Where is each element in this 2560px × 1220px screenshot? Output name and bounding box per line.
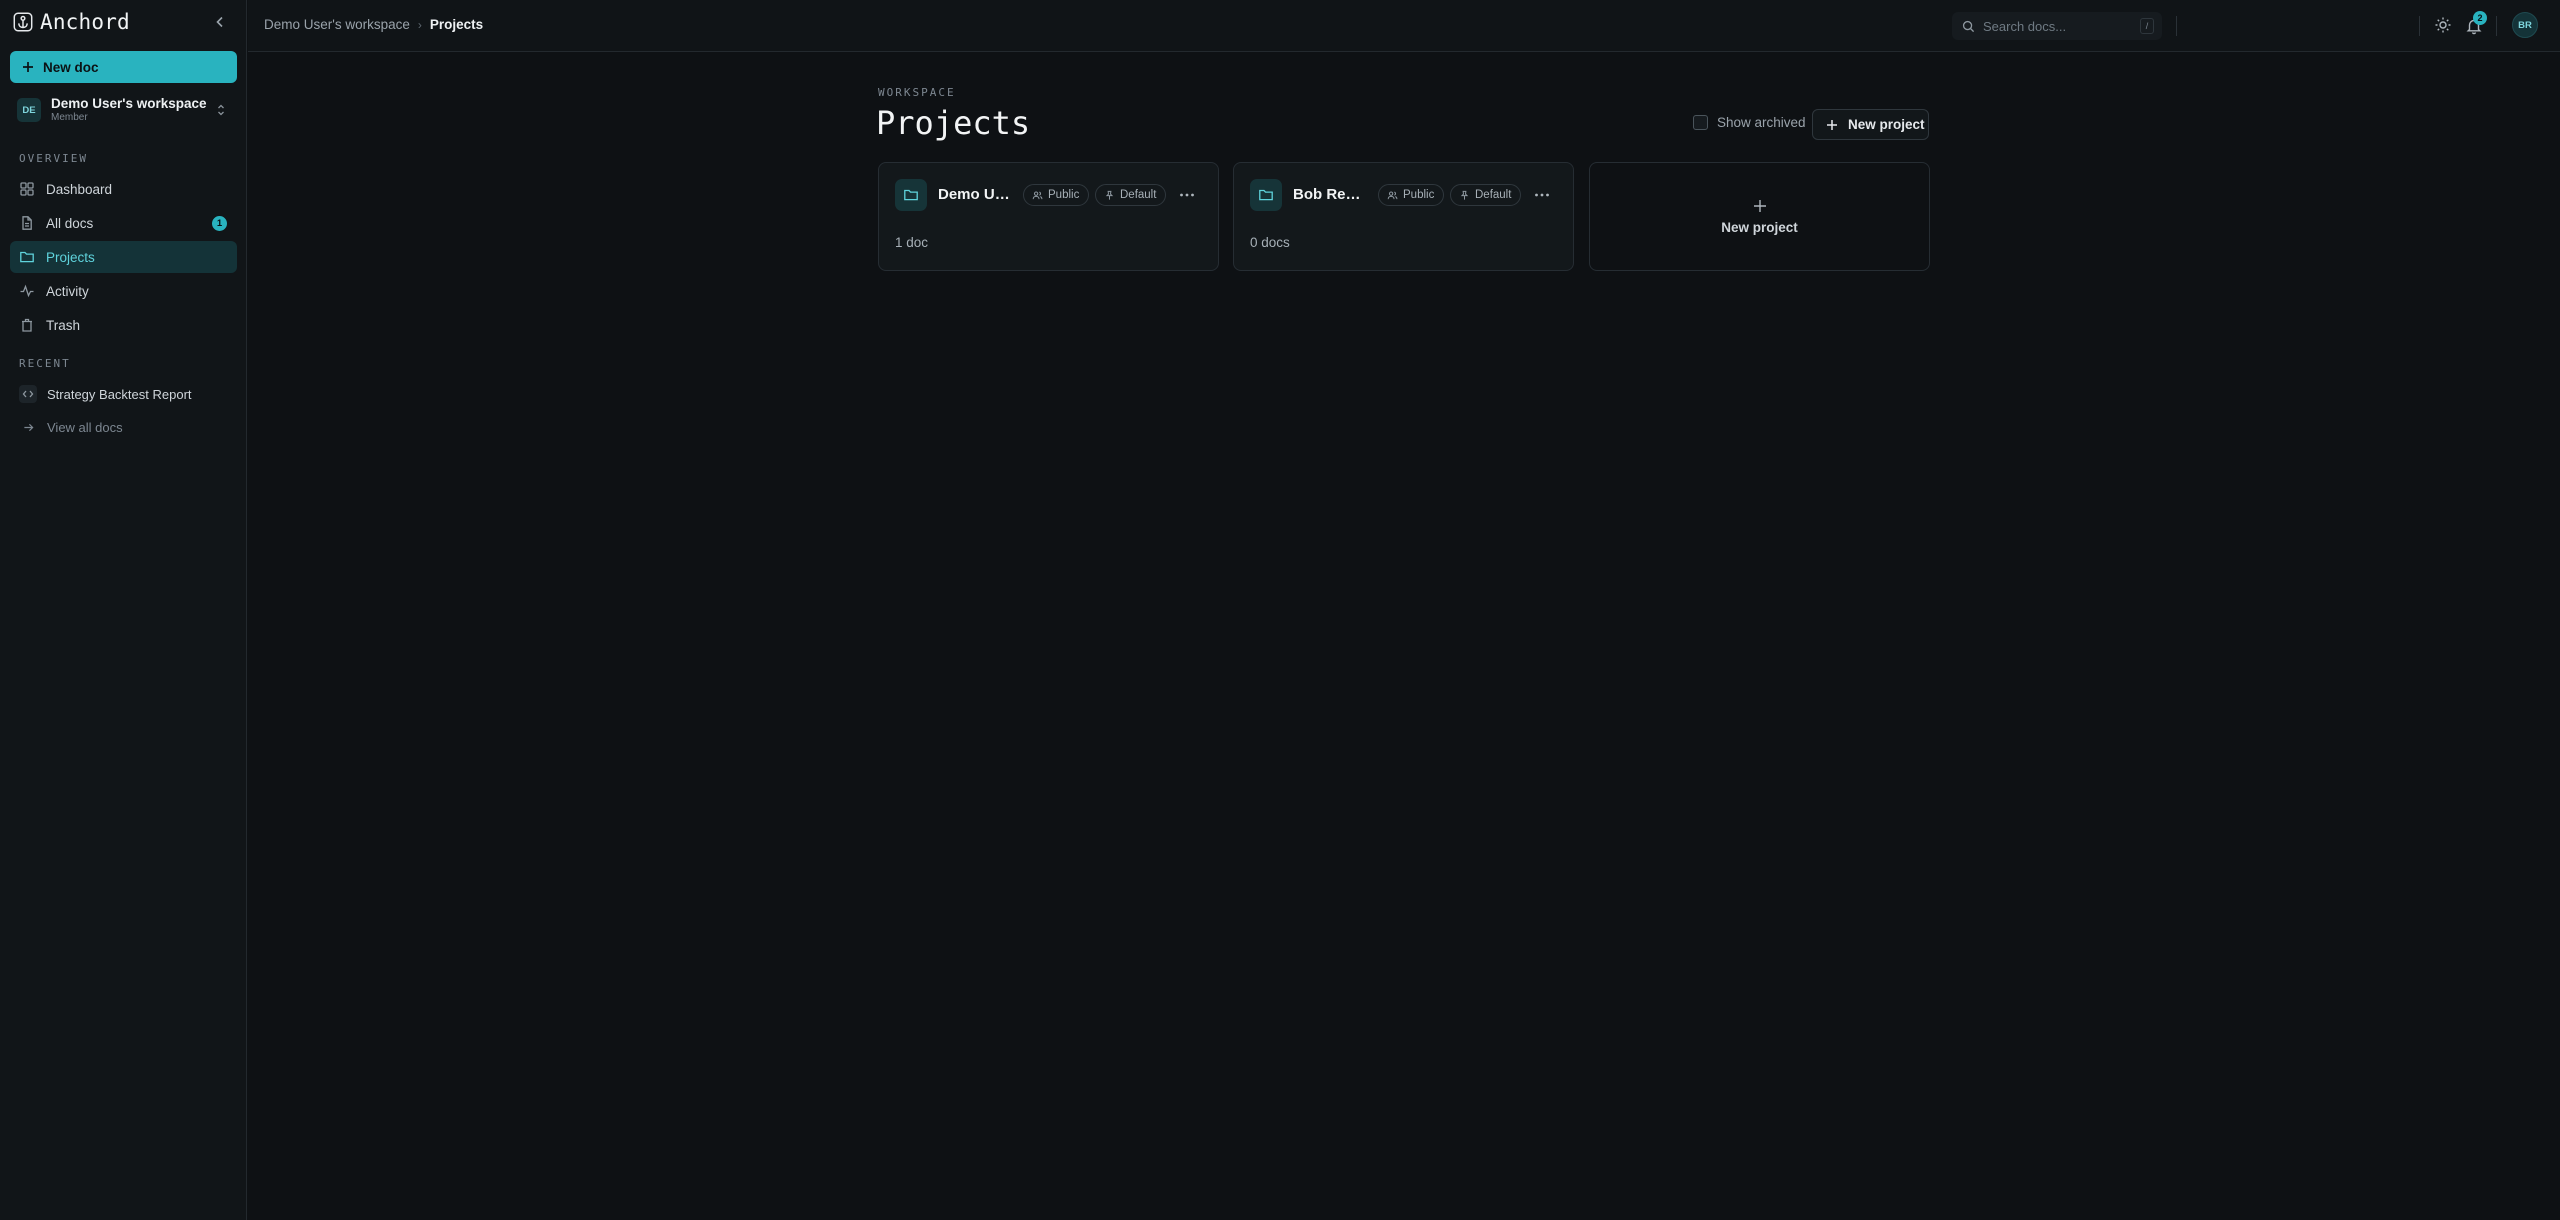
sidebar-item-dashboard[interactable]: Dashboard [10,173,237,205]
folder-icon [20,251,34,263]
default-label: Default [1475,189,1512,201]
overview-section-label: OVERVIEW [19,152,88,165]
doc-count: 0 docs [1250,235,1290,250]
new-project-label: New project [1848,117,1925,132]
breadcrumb-current: Projects [429,17,484,32]
visibility-label: Public [1048,189,1080,201]
plus-icon [1827,119,1837,130]
sidebar-item-activity[interactable]: Activity [10,275,237,307]
divider [2176,16,2177,36]
workspace-name: Demo User's workspace [51,96,207,111]
pin-icon [1460,190,1469,200]
folder-icon [895,179,927,211]
new-doc-label: New doc [43,59,99,75]
view-all-docs-label: View all docs [47,419,123,435]
code-icon [19,385,37,403]
users-icon [1387,191,1398,199]
divider [2419,16,2420,36]
plus-icon [1753,200,1766,212]
workspace-switcher[interactable]: DE Demo User's workspace Member [10,94,237,126]
show-archived-label: Show archived [1717,115,1806,130]
project-name: Bob Review Project [1293,186,1365,203]
folder-icon [1250,179,1282,211]
topbar: Demo User's workspace › Projects [248,0,2560,52]
workspace-avatar: DE [17,98,41,122]
sun-icon[interactable] [2434,16,2452,34]
sidebar-item-label: Trash [46,317,81,333]
show-archived-toggle[interactable]: Show archived [1693,115,1806,130]
search-icon [1962,20,1975,32]
visibility-badge: Public [1378,184,1445,206]
collapse-sidebar-icon[interactable] [212,14,228,30]
arrow-right-icon [19,422,37,433]
activity-icon [20,284,34,298]
project-card[interactable]: Demo User's Project Public Default 1 doc [878,162,1219,271]
visibility-label: Public [1403,189,1435,201]
notification-count-badge: 2 [2473,11,2487,25]
anchor-logo-icon [13,12,33,32]
page-eyebrow: WORKSPACE [878,86,956,99]
recent-doc-label: Strategy Backtest Report [47,386,192,402]
visibility-badge: Public [1023,184,1090,206]
recent-doc-item[interactable]: Strategy Backtest Report [10,379,237,409]
users-icon [1032,191,1043,199]
search-input[interactable]: Search docs... / [1952,12,2162,40]
breadcrumb-separator-icon: › [417,17,422,32]
doc-count: 1 doc [895,235,929,250]
breadcrumb: Demo User's workspace › Projects [264,17,483,32]
view-all-docs-link[interactable]: View all docs [10,412,237,442]
all-docs-count-badge: 1 [212,216,227,231]
workspace-role: Member [51,112,88,123]
trash-icon [22,318,32,332]
search-shortcut-hint: / [2140,18,2154,34]
file-icon [22,216,32,230]
project-name: Demo User's Project [938,186,1010,203]
default-badge: Default [1095,184,1167,206]
search-placeholder: Search docs... [1983,18,2067,34]
sidebar-item-all-docs[interactable]: All docs 1 [10,207,237,239]
new-doc-button[interactable]: New doc [10,51,237,83]
show-archived-checkbox[interactable] [1693,115,1708,130]
plus-icon [23,62,33,72]
user-avatar[interactable]: BR [2512,12,2538,38]
pin-icon [1105,190,1114,200]
recent-section-label: RECENT [19,357,71,370]
project-card[interactable]: Bob Review Project Public Default 0 docs [1233,162,1574,271]
default-badge: Default [1450,184,1522,206]
grid-icon [20,182,34,196]
sidebar: Anchord New doc DE Demo User's workspace… [0,0,247,1220]
sidebar-item-label: Dashboard [46,181,113,197]
sidebar-item-label: Activity [46,283,89,299]
chevrons-up-down-icon [218,104,224,116]
sidebar-item-label: Projects [46,249,95,265]
sidebar-item-trash[interactable]: Trash [10,309,237,341]
divider [2496,16,2497,36]
brand[interactable]: Anchord [12,10,130,34]
more-horizontal-icon[interactable] [1533,187,1551,203]
more-horizontal-icon[interactable] [1178,187,1196,203]
new-project-card[interactable]: New project [1589,162,1930,271]
page-title: Projects [876,104,1031,142]
default-label: Default [1120,189,1157,201]
sidebar-item-projects[interactable]: Projects [10,241,237,273]
sidebar-item-label: All docs [46,215,94,231]
breadcrumb-workspace-link[interactable]: Demo User's workspace [264,17,410,32]
app-name: Anchord [40,10,130,34]
new-project-button[interactable]: New project [1812,109,1929,140]
new-project-card-label: New project [1721,220,1798,235]
